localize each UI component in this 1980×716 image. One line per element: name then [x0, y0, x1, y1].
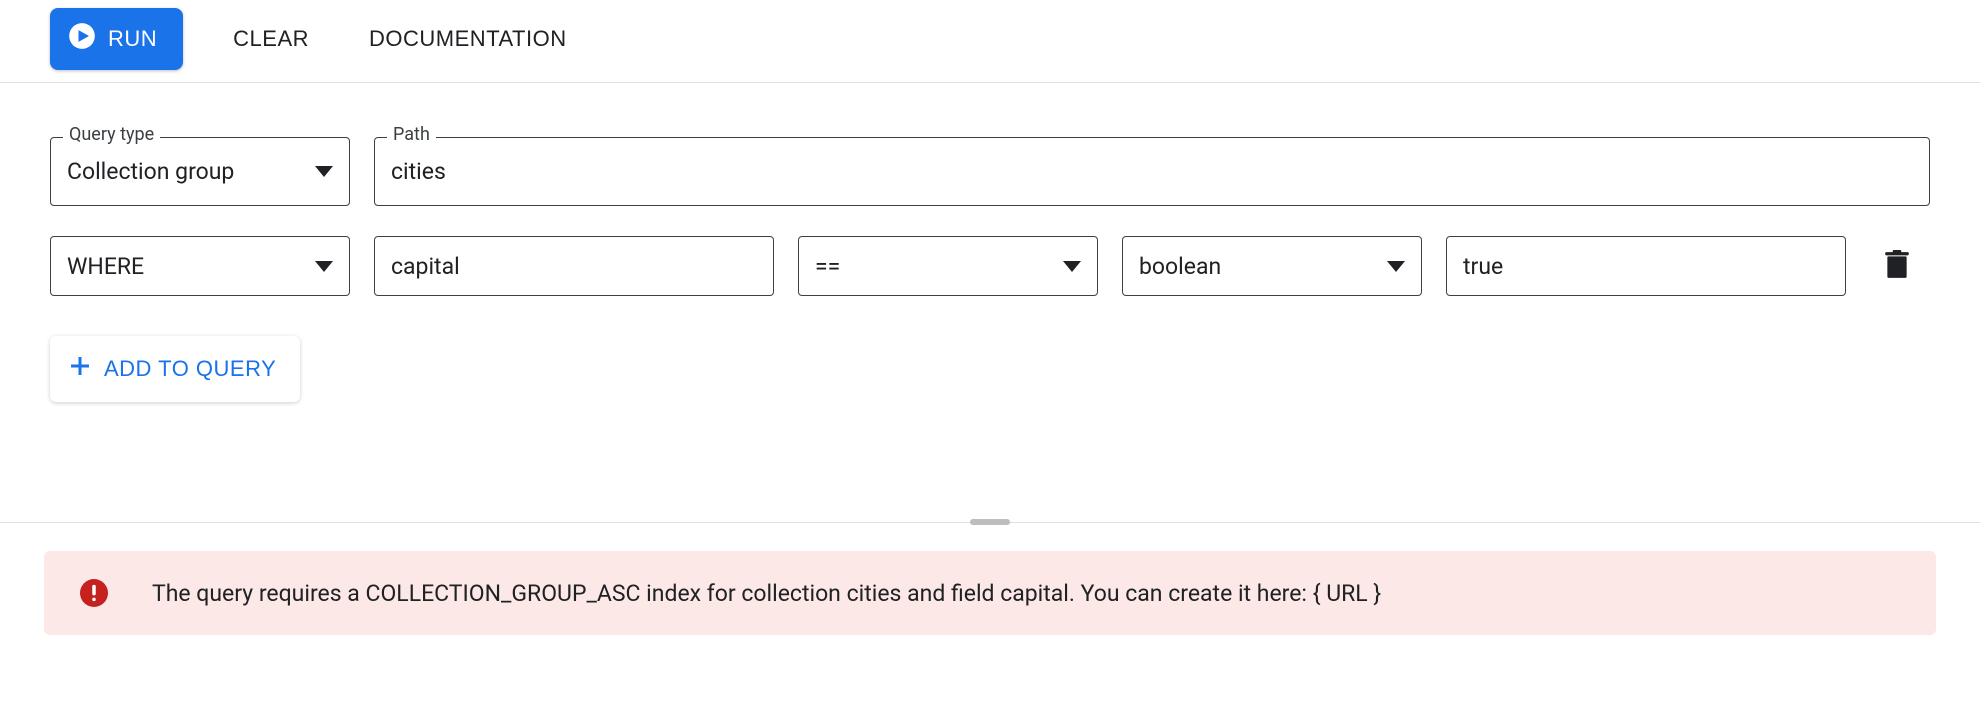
chevron-down-icon — [1063, 261, 1081, 272]
query-builder: Query type Collection group Path cities … — [0, 83, 1980, 442]
path-label: Path — [387, 124, 436, 145]
add-to-query-label: ADD TO QUERY — [104, 356, 276, 382]
value-type-value: boolean — [1139, 253, 1221, 280]
query-type-label: Query type — [63, 124, 160, 145]
query-type-select[interactable]: Query type Collection group — [50, 137, 350, 206]
error-banner: The query requires a COLLECTION_GROUP_AS… — [44, 551, 1936, 635]
documentation-button[interactable]: DOCUMENTATION — [359, 12, 577, 66]
operator-value: == — [815, 253, 840, 280]
value-type-select[interactable]: boolean — [1122, 236, 1422, 296]
run-button-label: RUN — [108, 26, 157, 52]
chevron-down-icon — [315, 261, 333, 272]
error-icon — [80, 579, 108, 607]
operator-select[interactable]: == — [798, 236, 1098, 296]
path-value: cities — [391, 158, 446, 185]
field-value: capital — [391, 253, 460, 280]
delete-condition-button[interactable] — [1878, 244, 1916, 289]
query-header-row: Query type Collection group Path cities — [50, 137, 1930, 206]
plus-icon — [68, 354, 92, 384]
chevron-down-icon — [315, 166, 333, 177]
panel-divider[interactable] — [0, 522, 1980, 523]
run-button[interactable]: RUN — [50, 8, 183, 70]
drag-handle-icon — [970, 519, 1010, 525]
clause-select[interactable]: WHERE — [50, 236, 350, 296]
trash-icon — [1884, 268, 1910, 283]
clause-value: WHERE — [67, 253, 144, 280]
toolbar: RUN CLEAR DOCUMENTATION — [0, 0, 1980, 83]
value-value: true — [1463, 253, 1503, 280]
play-circle-icon — [68, 22, 96, 56]
chevron-down-icon — [1387, 261, 1405, 272]
where-clause-row: WHERE capital == boolean true — [50, 236, 1930, 296]
path-input[interactable]: Path cities — [374, 137, 1930, 206]
value-input[interactable]: true — [1446, 236, 1846, 296]
clear-button[interactable]: CLEAR — [223, 12, 319, 66]
error-message: The query requires a COLLECTION_GROUP_AS… — [152, 580, 1381, 607]
field-input[interactable]: capital — [374, 236, 774, 296]
add-to-query-button[interactable]: ADD TO QUERY — [50, 336, 300, 402]
query-type-value: Collection group — [67, 158, 234, 185]
